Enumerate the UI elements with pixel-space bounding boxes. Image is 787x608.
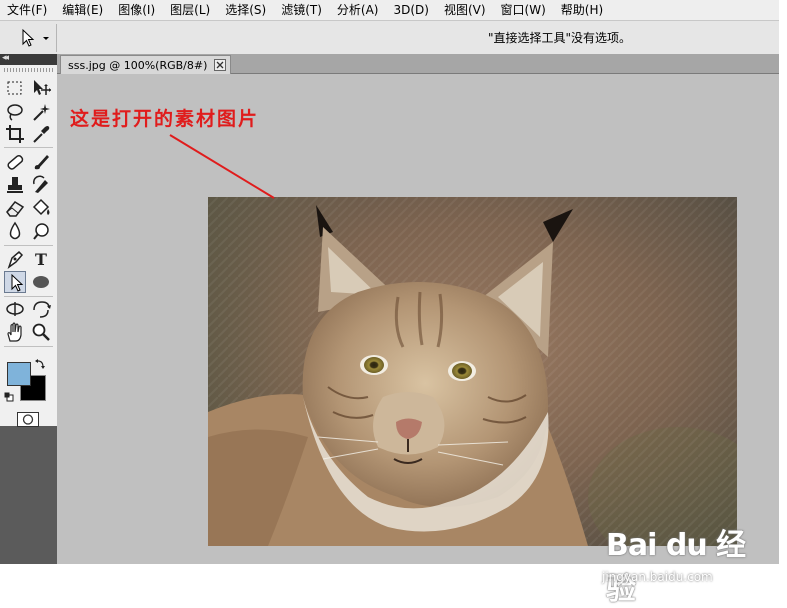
- annotation-text: 这是打开的素材图片: [70, 108, 260, 130]
- rectangular-marquee-icon[interactable]: [4, 77, 26, 99]
- direct-selection-icon: [22, 28, 49, 47]
- window-edge: [779, 0, 787, 564]
- tool-divider: [4, 147, 53, 148]
- toolbox-header[interactable]: ◂◂: [0, 53, 57, 65]
- brush-icon[interactable]: [30, 151, 52, 173]
- crop-icon[interactable]: [4, 123, 26, 145]
- orbit-3d-icon[interactable]: [30, 298, 52, 320]
- hand-icon[interactable]: [4, 321, 26, 343]
- options-bar: "直接选择工具"没有选项。: [0, 20, 779, 55]
- menu-file[interactable]: 文件(F): [0, 0, 55, 20]
- paint-bucket-icon[interactable]: [30, 197, 52, 219]
- default-colors-icon[interactable]: [4, 391, 14, 402]
- direct-selection-icon[interactable]: [4, 271, 26, 293]
- menu-bar: 文件(F) 编辑(E) 图像(I) 图层(L) 选择(S) 滤镜(T) 分析(A…: [0, 0, 779, 20]
- menu-help[interactable]: 帮助(H): [554, 0, 611, 20]
- tool-divider: [4, 346, 53, 347]
- toolbox: ◂◂ T: [0, 53, 57, 564]
- foreground-color-swatch[interactable]: [7, 362, 31, 386]
- zoom-icon[interactable]: [30, 321, 52, 343]
- dodge-icon[interactable]: [30, 220, 52, 242]
- options-separator: [56, 24, 57, 52]
- menu-window[interactable]: 窗口(W): [494, 0, 554, 20]
- ellipse-icon[interactable]: [30, 271, 52, 293]
- move-icon[interactable]: [30, 77, 52, 99]
- options-message: "直接选择工具"没有选项。: [488, 31, 632, 45]
- tool-divider: [4, 245, 53, 246]
- clone-stamp-icon[interactable]: [4, 174, 26, 196]
- baidu-watermark: Bai du 经验 jingyan.baidu.com: [598, 520, 748, 607]
- watermark-brand: Bai du 经验: [606, 528, 746, 607]
- toolbox-grip[interactable]: [4, 68, 53, 72]
- menu-view[interactable]: 视图(V): [437, 0, 494, 20]
- close-icon[interactable]: [214, 59, 227, 71]
- svg-text:T: T: [35, 250, 47, 269]
- watermark-url: jingyan.baidu.com: [602, 570, 713, 584]
- quick-mask-icon[interactable]: [17, 412, 39, 427]
- eraser-icon[interactable]: [4, 197, 26, 219]
- magic-wand-icon[interactable]: [30, 101, 52, 123]
- tool-preset-picker[interactable]: [6, 27, 50, 49]
- menu-layer[interactable]: 图层(L): [163, 0, 218, 20]
- lasso-icon[interactable]: [4, 101, 26, 123]
- pen-icon[interactable]: [4, 248, 26, 270]
- type-icon[interactable]: T: [30, 248, 52, 270]
- rotate-3d-icon[interactable]: [4, 298, 26, 320]
- menu-select[interactable]: 选择(S): [218, 0, 274, 20]
- menu-image[interactable]: 图像(I): [111, 0, 163, 20]
- eyedropper-icon[interactable]: [30, 123, 52, 145]
- healing-brush-icon[interactable]: [4, 151, 26, 173]
- blur-icon[interactable]: [4, 220, 26, 242]
- swap-colors-icon[interactable]: [34, 358, 46, 370]
- toolbox-panel: T: [0, 65, 57, 427]
- document-tab[interactable]: sss.jpg @ 100%(RGB/8#): [60, 55, 232, 74]
- lynx-photo: [208, 197, 737, 546]
- collapse-icon[interactable]: ◂◂: [2, 53, 9, 63]
- menu-3d[interactable]: 3D(D): [386, 0, 436, 20]
- menu-edit[interactable]: 编辑(E): [55, 0, 111, 20]
- tool-divider: [4, 296, 53, 297]
- menu-filter[interactable]: 滤镜(T): [274, 0, 330, 20]
- history-brush-icon[interactable]: [30, 174, 52, 196]
- document-tab-bar: sss.jpg @ 100%(RGB/8#): [57, 54, 779, 74]
- menu-analysis[interactable]: 分析(A): [330, 0, 387, 20]
- document-tab-label: sss.jpg @ 100%(RGB/8#): [68, 58, 208, 72]
